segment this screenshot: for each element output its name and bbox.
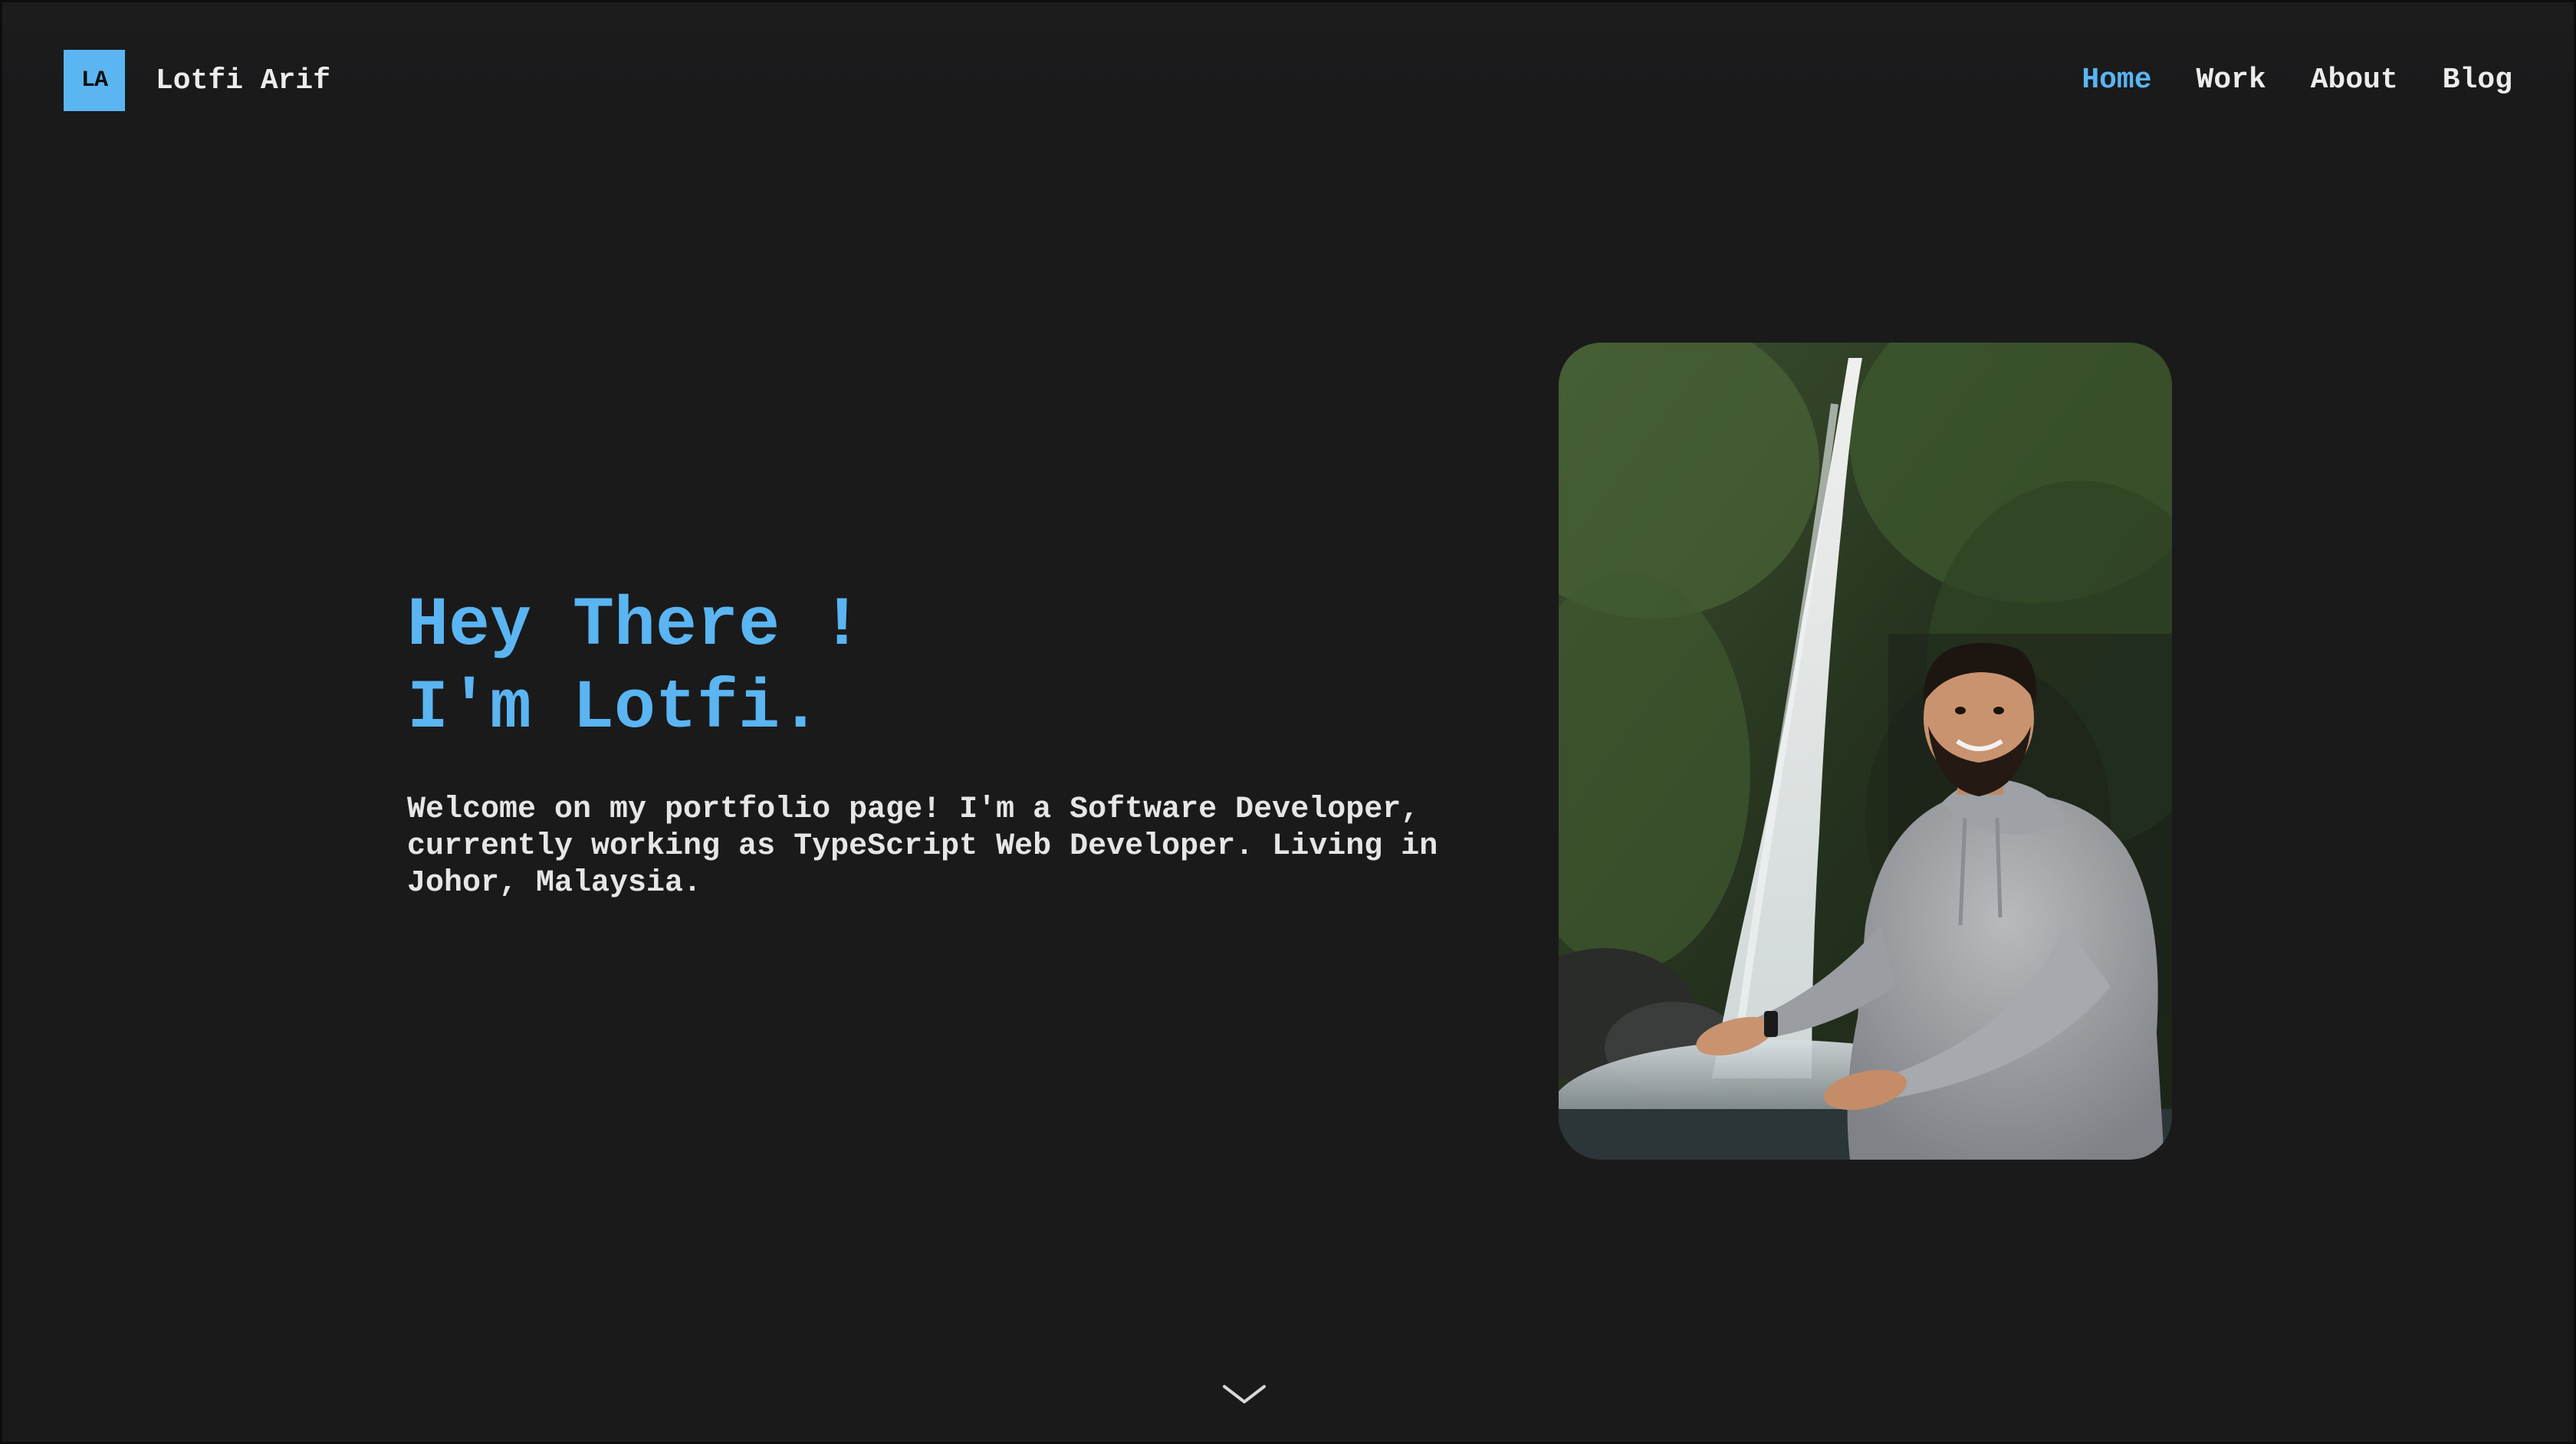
- hero-description: Welcome on my portfolio page! I'm a Soft…: [407, 793, 1438, 901]
- profile-photo: [1559, 343, 2172, 1160]
- brand-home-link[interactable]: LA Lotfi Arif: [64, 50, 330, 111]
- logo-badge: LA: [64, 50, 125, 111]
- hero-greeting-line2: I'm Lotfi.: [407, 670, 822, 748]
- site-header: LA Lotfi Arif Home Work About Blog: [2, 2, 2574, 156]
- portfolio-page: LA Lotfi Arif Home Work About Blog Hey T…: [0, 0, 2576, 1444]
- nav-link-home[interactable]: Home: [2082, 57, 2151, 103]
- hero-title: Hey There ! I'm Lotfi.: [407, 585, 863, 750]
- nav-link-blog[interactable]: Blog: [2443, 57, 2512, 103]
- main-nav: Home Work About Blog: [2082, 57, 2512, 103]
- chevron-down-icon: [1223, 1385, 1266, 1403]
- nav-link-work[interactable]: Work: [2196, 57, 2266, 103]
- portrait-photo-icon: [1559, 343, 2172, 1160]
- brand-name: Lotfi Arif: [156, 64, 331, 97]
- scroll-down-button[interactable]: [1221, 1379, 1267, 1410]
- hero-greeting-line1: Hey There !: [407, 587, 863, 665]
- nav-link-about[interactable]: About: [2311, 57, 2398, 103]
